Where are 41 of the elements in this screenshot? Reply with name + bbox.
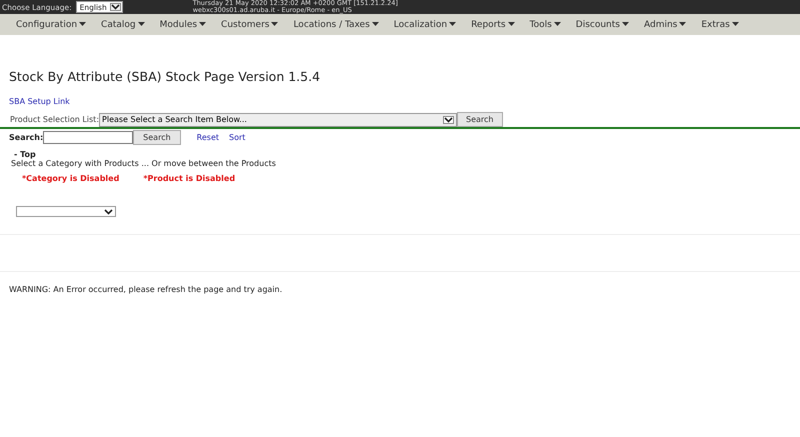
caret-icon — [508, 22, 515, 26]
category-top-link[interactable]: - Top — [14, 150, 800, 159]
chevron-down-icon — [104, 208, 113, 214]
caret-icon — [372, 22, 379, 26]
caret-icon — [732, 22, 739, 26]
chevron-down-icon — [110, 3, 121, 11]
menu-item[interactable]: Reports — [471, 20, 515, 30]
menu-item[interactable]: Modules — [160, 20, 206, 30]
caret-icon — [199, 22, 206, 26]
menu-item[interactable]: Discounts — [576, 20, 629, 30]
menu-item[interactable]: Customers — [221, 20, 278, 30]
menu-item[interactable]: Configuration — [16, 20, 86, 30]
caret-icon — [271, 22, 278, 26]
search-button[interactable]: Search — [133, 130, 181, 145]
category-hint: Select a Category with Products ... Or move between the Products — [11, 159, 277, 168]
menu-item[interactable]: Locations / Taxes — [293, 20, 379, 30]
disabled-notice: *Product is Disabled — [143, 174, 236, 183]
setup-link[interactable]: SBA Setup Link — [9, 97, 70, 106]
menu-item[interactable]: Extras — [701, 20, 739, 30]
caret-icon — [679, 22, 686, 26]
menu-item[interactable]: Catalog — [101, 20, 145, 30]
warning-message: WARNING: An Error occurred, please refresh the page and try again. — [9, 285, 284, 294]
caret-icon — [554, 22, 561, 26]
menu-item[interactable]: Admins — [644, 20, 686, 30]
caret-icon — [79, 22, 86, 26]
product-select[interactable]: Please Select a Search Item Below... — [99, 112, 458, 126]
menu-item[interactable]: Localization — [394, 20, 456, 30]
text-link[interactable]: Reset — [196, 133, 220, 142]
text-link[interactable]: Sort — [229, 133, 246, 142]
chevron-down-icon — [443, 116, 454, 124]
caret-icon — [138, 22, 145, 26]
caret-icon — [622, 22, 629, 26]
caret-icon — [449, 22, 456, 26]
menu-item[interactable]: Tools — [530, 20, 561, 30]
page-title: Stock By Attribute (SBA) Stock Page Version 1.5.4 — [9, 69, 322, 84]
disabled-notice: *Category is Disabled — [22, 174, 120, 183]
search-field[interactable] — [43, 131, 134, 144]
category-select[interactable] — [16, 206, 116, 217]
search-button[interactable]: Search — [457, 112, 502, 127]
search-label: Search: — [9, 133, 44, 142]
product-selection-label: Product Selection List: — [10, 115, 100, 124]
